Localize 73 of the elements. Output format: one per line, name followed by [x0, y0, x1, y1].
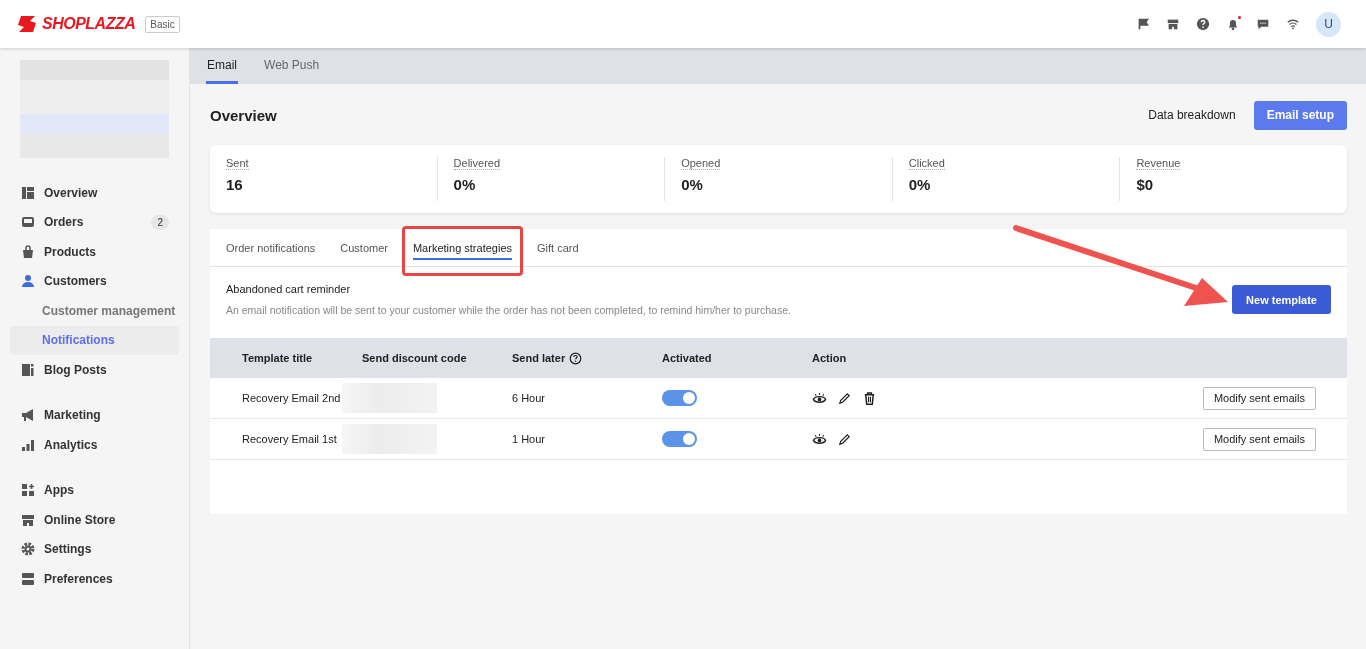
column-header: Send discount code: [362, 352, 467, 364]
wifi-icon: [1286, 17, 1300, 31]
sidebar-item[interactable]: Online Store: [10, 505, 179, 535]
new-template-button[interactable]: New template: [1232, 285, 1331, 314]
sidebar-item[interactable]: Overview: [10, 178, 179, 208]
pencil-icon: [837, 431, 852, 447]
sidebar-item[interactable]: Analytics: [10, 430, 179, 460]
sidebar-item[interactable]: Blog Posts: [10, 355, 179, 385]
stat-label: Revenue: [1136, 157, 1181, 170]
table-cell: Recovery Email 1st: [242, 433, 337, 445]
stat-value: 0%: [453, 176, 477, 193]
bag-icon: [20, 243, 36, 260]
avatar[interactable]: U: [1316, 11, 1341, 37]
table-cell: 1 Hour: [512, 433, 546, 445]
store-icon: [1166, 17, 1180, 31]
column-header: Action: [812, 352, 847, 364]
layout-icon: [20, 184, 36, 201]
stat-label: Opened: [681, 157, 721, 170]
megaphone-icon: [20, 407, 36, 424]
stat-label: Clicked: [908, 157, 945, 170]
server-icon: [20, 570, 36, 587]
person-icon: [20, 273, 36, 290]
sidebar-item[interactable]: Settings: [10, 534, 179, 564]
document-icon: [20, 361, 36, 378]
sidebar-item[interactable]: Apps: [10, 475, 179, 505]
email-setup-button[interactable]: Email setup: [1253, 100, 1347, 130]
column-header: Template title: [242, 352, 313, 364]
eye-icon: [812, 390, 827, 406]
category-tab[interactable]: Customer: [340, 229, 388, 266]
modify-sent-emails-button[interactable]: Modify sent emails: [1202, 427, 1316, 451]
flag-icon: [1136, 17, 1150, 31]
sidebar-item[interactable]: Customers: [10, 266, 179, 296]
bell-icon: [1226, 17, 1240, 31]
toggle-switch[interactable]: [662, 431, 697, 447]
logo[interactable]: SHOPLAZZA: [18, 15, 136, 33]
chat-icon: [1256, 17, 1270, 31]
section-description: An email notification will be sent to your customer while the order has not been completed, to remind him/her to purchase.: [226, 304, 791, 316]
column-header: Send later: [512, 352, 566, 364]
logo-icon: [18, 15, 38, 33]
stat-value: 0%: [681, 176, 704, 193]
category-tab[interactable]: Order notifications: [226, 229, 316, 266]
sidebar-item[interactable]: Preferences: [10, 564, 179, 594]
channel-tab[interactable]: Email: [206, 48, 238, 84]
sidebar-subitem[interactable]: Customer management: [10, 296, 179, 326]
category-tab[interactable]: Marketing strategies: [412, 229, 512, 266]
count-badge: 2: [151, 214, 169, 230]
stat-value: 16: [226, 176, 244, 193]
gear-icon: [20, 541, 36, 558]
sidebar-subitem[interactable]: Notifications: [10, 325, 179, 355]
trash-icon: [862, 390, 877, 406]
data-breakdown-link[interactable]: Data breakdown: [1148, 108, 1236, 122]
pencil-icon: [837, 390, 852, 406]
column-header: Activated: [662, 352, 712, 364]
sidebar-item[interactable]: Products: [10, 237, 179, 267]
eye-icon: [812, 431, 827, 447]
toggle-switch[interactable]: [662, 390, 697, 406]
sidebar-item[interactable]: Marketing: [10, 400, 179, 430]
table-cell: Recovery Email 2nd: [242, 392, 341, 404]
channel-tab[interactable]: Web Push: [263, 48, 321, 84]
sidebar-item[interactable]: Orders 2: [10, 207, 179, 237]
modify-sent-emails-button[interactable]: Modify sent emails: [1202, 386, 1316, 410]
stat-label: Sent: [226, 157, 249, 170]
help-icon: [569, 351, 583, 365]
table-cell: 6 Hour: [512, 392, 546, 404]
stat-value: 0%: [908, 176, 932, 193]
category-tab[interactable]: Gift card: [537, 229, 579, 266]
plan-badge: Basic: [145, 15, 180, 33]
stat-value: $0: [1136, 176, 1155, 193]
page-title: Overview: [210, 106, 277, 124]
help-icon: [1196, 17, 1210, 31]
section-title: Abandoned cart reminder: [226, 283, 352, 295]
apps-icon: [20, 482, 36, 499]
stat-label: Delivered: [453, 157, 501, 170]
